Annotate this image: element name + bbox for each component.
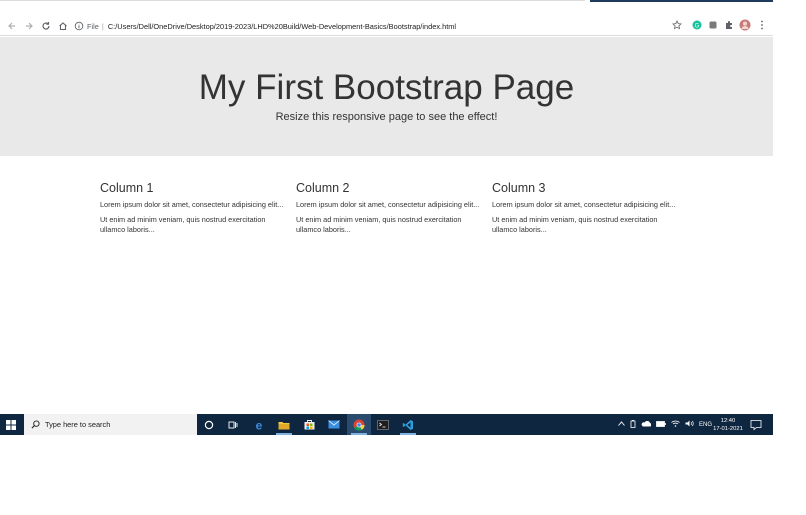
browser-window: File | C:/Users/Dell/OneDrive/Desktop/20… [0,0,773,435]
info-icon[interactable] [74,21,84,31]
file-explorer-icon[interactable] [272,414,296,435]
search-placeholder: Type here to search [45,420,111,429]
address-toolbar: File | C:/Users/Dell/OneDrive/Desktop/20… [0,16,773,36]
store-icon[interactable] [297,414,321,435]
column-text: Ut enim ad minim veniam, quis nostrud ex… [100,215,266,234]
column-text: Ut enim ad minim veniam, quis nostrud ex… [492,215,658,234]
clock-time: 12:40 [720,418,736,424]
windows-start-icon[interactable] [0,414,22,435]
column-text: Ut enim ad minim veniam, quis nostrud ex… [296,215,462,234]
cortana-icon[interactable] [197,414,221,435]
running-indicator [351,433,367,435]
bookmark-star-icon[interactable] [671,19,683,31]
search-icon [31,420,40,429]
column-heading: Column 2 [296,181,350,195]
mail-icon[interactable] [322,414,346,435]
page-title: My First Bootstrap Page [198,68,575,107]
omnibox-separator: | [101,21,104,31]
column-3: Column 3 Lorem ipsum dolor sit amet, con… [492,181,677,240]
task-view-icon[interactable] [221,414,245,435]
battery-icon[interactable] [656,420,666,429]
file-scheme-label: File [87,21,99,31]
tab-strip [0,0,773,16]
chrome-icon[interactable] [347,414,371,435]
avatar[interactable] [739,19,751,31]
grammarly-icon[interactable]: G [691,19,703,31]
taskbar-search-input[interactable]: Type here to search [24,414,197,435]
clock[interactable]: 12:40 17-01-2021 [709,417,747,433]
column-text: Lorem ipsum dolor sit amet, consectetur … [492,200,676,209]
svg-text:G: G [695,23,700,29]
running-indicator [276,433,292,435]
running-indicator [400,433,416,435]
edge-icon[interactable]: e [247,414,271,435]
active-tab-edge [590,0,773,2]
taskbar: Type here to search e ENG 12:40 17-01-20… [0,414,773,435]
puzzle-icon[interactable] [723,19,735,31]
power-icon[interactable] [630,419,636,430]
wifi-icon[interactable] [671,420,680,429]
url-text[interactable]: C:/Users/Dell/OneDrive/Desktop/2019-2023… [108,22,456,31]
volume-icon[interactable] [685,420,694,429]
extension-icon[interactable] [707,19,719,31]
forward-icon[interactable] [21,18,37,34]
column-2: Column 2 Lorem ipsum dolor sit amet, con… [296,181,481,240]
system-tray: ENG [618,414,717,435]
column-text: Lorem ipsum dolor sit amet, consectetur … [296,200,480,209]
column-1: Column 1 Lorem ipsum dolor sit amet, con… [100,181,285,240]
onedrive-icon[interactable] [641,420,652,429]
clock-date: 17-01-2021 [713,426,743,432]
chevron-up-icon[interactable] [618,421,625,428]
svg-text:e: e [256,419,263,431]
vscode-icon[interactable] [396,414,420,435]
address-bar[interactable]: File | C:/Users/Dell/OneDrive/Desktop/20… [70,18,690,34]
reload-icon[interactable] [38,18,54,34]
jumbotron: My First Bootstrap Page Resize this resp… [0,37,773,156]
notification-icon[interactable] [750,418,762,431]
column-heading: Column 3 [492,181,546,195]
back-icon[interactable] [4,18,20,34]
terminal-icon[interactable] [371,414,395,435]
home-icon[interactable] [55,18,71,34]
menu-kebab-icon[interactable] [756,19,768,31]
column-text: Lorem ipsum dolor sit amet, consectetur … [100,200,284,209]
page-subtitle: Resize this responsive page to see the e… [275,111,498,123]
screen: File | C:/Users/Dell/OneDrive/Desktop/20… [0,0,806,515]
tab-strip-border [0,0,585,1]
column-heading: Column 1 [100,181,154,195]
